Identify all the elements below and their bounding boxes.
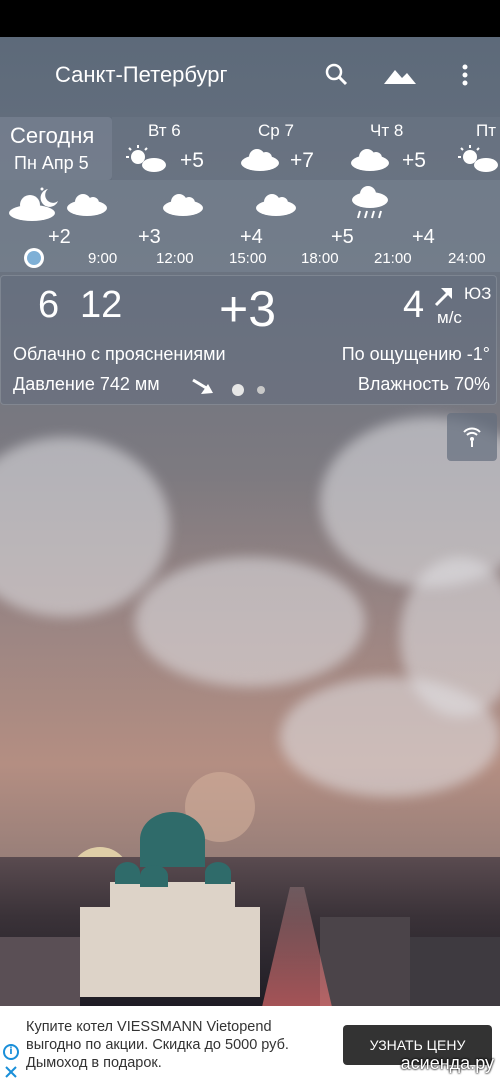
day-temp: +5 [180,149,204,172]
current-time-minute: 12 [80,284,123,326]
hour-time: 9:00 [88,250,118,267]
day-label: Пт [476,121,497,140]
cloud-icon [162,192,204,220]
hour-temp: +4 [240,226,263,248]
wind-direction: ЮЗ [464,284,492,303]
partly-sunny-icon [456,145,500,177]
day-label: Вт 6 [148,121,181,140]
day-temp: +5 [402,149,426,172]
hour-temp: +3 [138,226,161,248]
day-item[interactable]: Чт 8 +5 [350,117,460,180]
hour-time: 18:00 [301,250,339,267]
watermark: асиенда.ру [400,1053,494,1073]
rain-cloud-icon [350,186,390,226]
current-temp: +3 [219,281,277,337]
day-item[interactable]: Ср 7 +7 [240,117,350,180]
daily-forecast: Вт 6 +5 Ср 7 +7 Чт 8 +5 Пт [112,117,500,180]
pressure: Давление 742 мм [13,374,160,394]
cloud-icon [66,192,108,220]
day-label: Чт 8 [370,121,404,140]
wind-speed: 4 [403,284,425,326]
day-label: Ср 7 [258,121,294,140]
ad-text[interactable]: Купите котел VIESSMANN Vietopend выгодно… [26,1018,326,1072]
wind-unit: м/с [437,308,462,327]
hour-temp: +5 [331,226,354,248]
cloud-icon [350,147,390,175]
day-label: Сегодня [10,123,95,148]
hour-time: 24:00 [448,250,486,267]
hour-time: 21:00 [374,250,412,267]
more-menu-icon[interactable] [455,60,475,90]
day-item[interactable]: Вт 6 +5 [112,117,222,180]
partly-cloudy-night-icon [8,185,62,225]
search-icon[interactable] [322,60,352,90]
hour-time: 12:00 [156,250,194,267]
cloud-icon [240,147,280,175]
day-today-card[interactable]: Сегодня Пн Апр 5 [0,117,112,180]
ad-info-icon[interactable]: i [3,1044,19,1060]
partly-sunny-icon [124,145,172,177]
hour-temp: +4 [412,226,435,248]
day-date: Пн Апр 5 [14,153,89,173]
hourly-forecast: +2 +3 +4 +5 +4 9:00 12:00 15:00 18:00 21… [0,180,500,272]
feels-like: По ощущению -1° [341,344,490,364]
current-weather-panel[interactable]: 6 12 +3 4 ЮЗ м/с Облачно с прояснениями … [0,275,497,405]
hour-temp: +2 [48,226,71,248]
day-temp: +7 [290,149,314,172]
landscape-icon[interactable] [382,60,418,90]
ad-close-icon[interactable] [4,1064,18,1078]
current-time-hour: 6 [38,284,60,326]
city-title[interactable]: Санкт-Петербург [55,62,228,88]
humidity: Влажность 70% [357,374,490,394]
status-bar [0,0,500,37]
weather-condition: Облачно с прояснениями [13,344,226,364]
day-item[interactable]: Пт [454,117,500,180]
radar-icon [461,426,483,452]
hour-time: 15:00 [229,250,267,267]
cloud-icon [255,192,297,220]
current-hour-indicator [24,248,44,268]
pressure-trend-icon [191,376,215,400]
radar-button[interactable] [447,413,497,461]
